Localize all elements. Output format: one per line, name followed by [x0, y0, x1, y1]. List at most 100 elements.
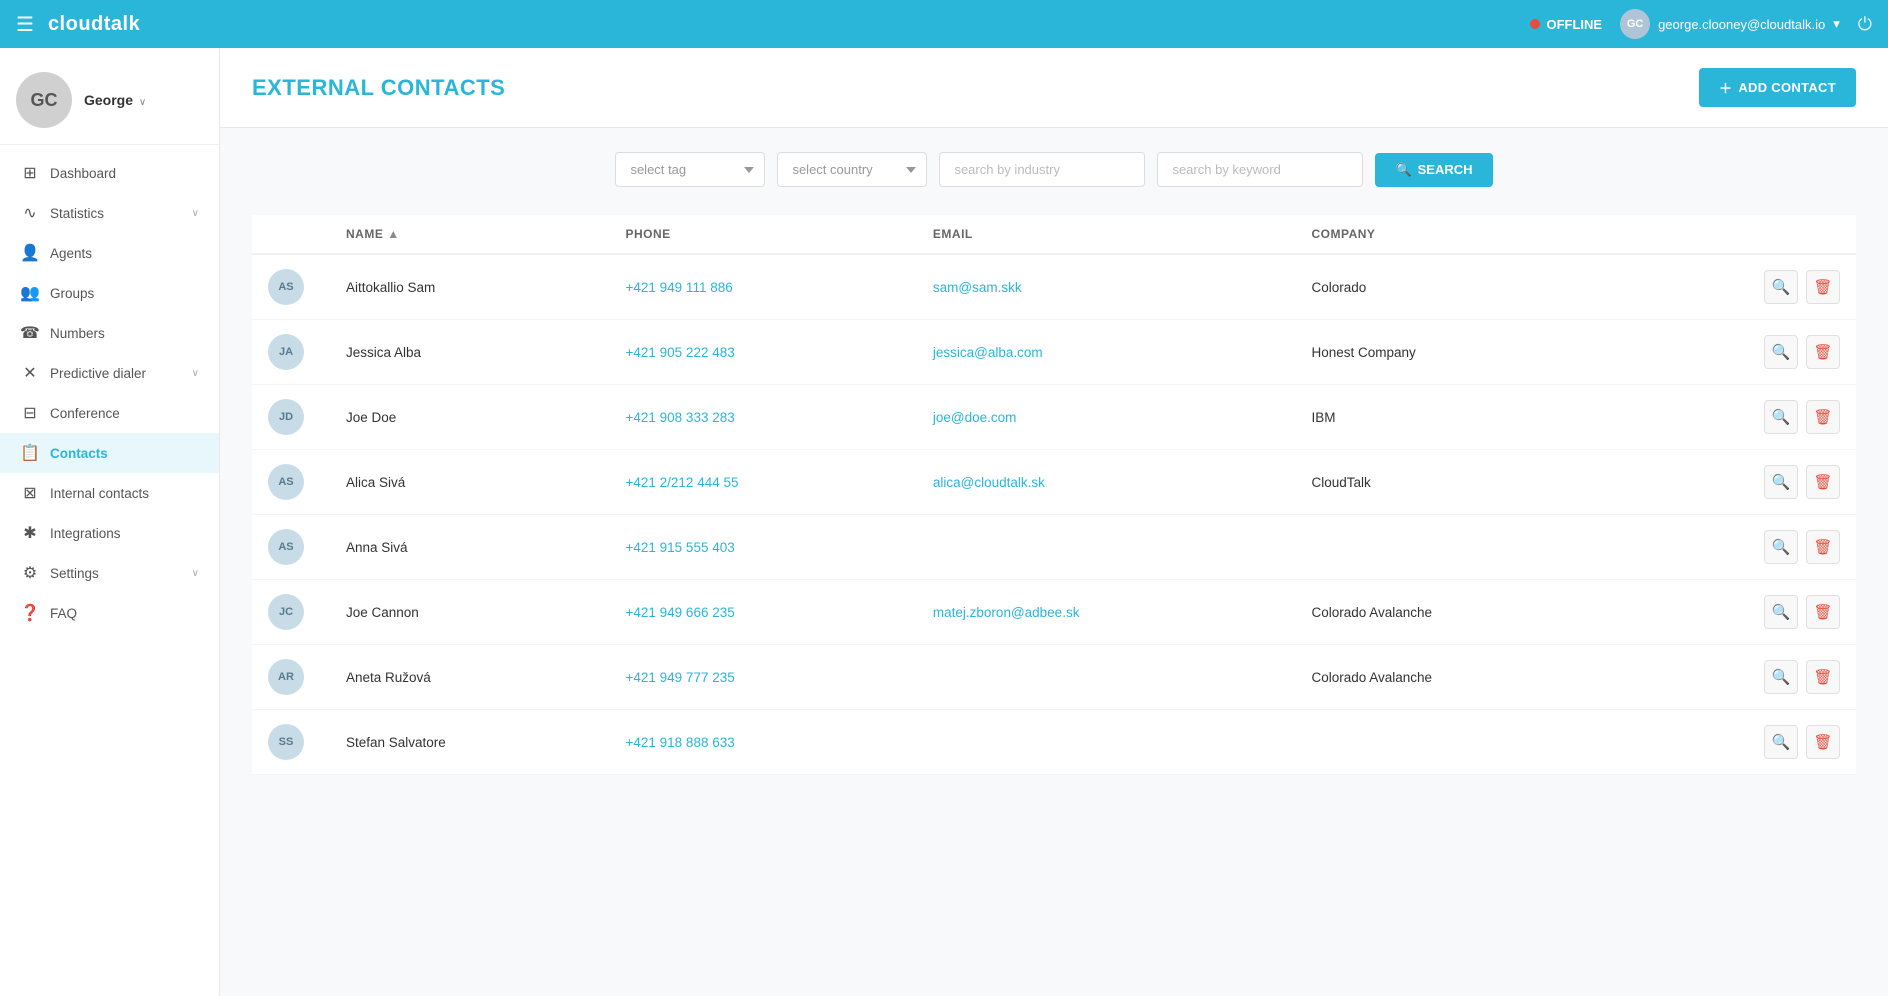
- contact-phone[interactable]: +421 908 333 283: [626, 410, 735, 425]
- contact-email[interactable]: joe@doe.com: [933, 410, 1017, 425]
- numbers-icon: ☎: [20, 323, 40, 343]
- contact-delete-button[interactable]: 🗑: [1806, 595, 1840, 629]
- table-row: AS Aittokallio Sam +421 949 111 886 sam@…: [252, 254, 1856, 320]
- sidebar-item-numbers[interactable]: ☎ Numbers: [0, 313, 219, 353]
- contact-email-cell: [917, 645, 1296, 710]
- contact-avatar: SS: [268, 724, 304, 760]
- contact-name-cell: Alica Sivá: [330, 450, 610, 515]
- contact-name-cell: Aittokallio Sam: [330, 254, 610, 320]
- faq-icon: ❓: [20, 603, 40, 623]
- sidebar-item-statistics[interactable]: ∿ Statistics ∨: [0, 193, 219, 233]
- contact-email-cell: [917, 515, 1296, 580]
- dashboard-icon: ⊞: [20, 163, 40, 183]
- industry-search-input[interactable]: [939, 152, 1145, 187]
- contact-phone[interactable]: +421 915 555 403: [626, 540, 735, 555]
- contact-phone-cell: +421 915 555 403: [610, 515, 917, 580]
- contact-search-button[interactable]: 🔍: [1764, 400, 1798, 434]
- contact-email-cell: alica@cloudtalk.sk: [917, 450, 1296, 515]
- contact-phone[interactable]: +421 949 666 235: [626, 605, 735, 620]
- user-menu[interactable]: GC george.clooney@cloudtalk.io ▾: [1620, 9, 1840, 39]
- contact-search-button[interactable]: 🔍: [1764, 335, 1798, 369]
- contact-actions-cell: 🔍 🗑: [1619, 580, 1856, 645]
- contact-search-button[interactable]: 🔍: [1764, 725, 1798, 759]
- contact-company-cell: IBM: [1295, 385, 1619, 450]
- sidebar-item-integrations[interactable]: ✱ Integrations: [0, 513, 219, 553]
- nav-label-integrations: Integrations: [50, 526, 121, 541]
- contact-delete-button[interactable]: 🗑: [1806, 725, 1840, 759]
- tag-filter[interactable]: select tag: [615, 152, 765, 187]
- country-filter[interactable]: select country: [777, 152, 927, 187]
- contact-search-button[interactable]: 🔍: [1764, 530, 1798, 564]
- contact-search-button[interactable]: 🔍: [1764, 660, 1798, 694]
- contact-phone[interactable]: +421 949 111 886: [626, 280, 733, 295]
- contact-delete-button[interactable]: 🗑: [1806, 335, 1840, 369]
- status-dot: [1530, 19, 1540, 29]
- contact-delete-button[interactable]: 🗑: [1806, 400, 1840, 434]
- sidebar-item-contacts[interactable]: 📋 Contacts: [0, 433, 219, 473]
- nav-caret-settings: ∨: [192, 568, 199, 579]
- contact-phone[interactable]: +421 905 222 483: [626, 345, 735, 360]
- sidebar-item-predictive-dialer[interactable]: ✕ Predictive dialer ∨: [0, 353, 219, 393]
- sidebar-item-groups[interactable]: 👥 Groups: [0, 273, 219, 313]
- nav-caret-predictive-dialer: ∨: [192, 368, 199, 379]
- contact-avatar-cell: JD: [252, 385, 330, 450]
- contact-email[interactable]: sam@sam.skk: [933, 280, 1022, 295]
- contact-phone[interactable]: +421 949 777 235: [626, 670, 735, 685]
- contact-phone-cell: +421 2/212 444 55: [610, 450, 917, 515]
- nav-label-faq: FAQ: [50, 606, 77, 621]
- nav-label-conference: Conference: [50, 406, 120, 421]
- nav-label-contacts: Contacts: [50, 446, 108, 461]
- contact-email[interactable]: alica@cloudtalk.sk: [933, 475, 1045, 490]
- contact-actions-cell: 🔍 🗑: [1619, 254, 1856, 320]
- sidebar: GC George ∨ ⊞ Dashboard ∿ Statistics ∨ 👤…: [0, 48, 220, 996]
- sidebar-item-internal-contacts[interactable]: ⊠ Internal contacts: [0, 473, 219, 513]
- th-name: NAME ▲: [330, 215, 610, 254]
- add-contact-button[interactable]: ＋ ADD CONTACT: [1699, 68, 1856, 107]
- contact-email[interactable]: jessica@alba.com: [933, 345, 1043, 360]
- contact-search-button[interactable]: 🔍: [1764, 595, 1798, 629]
- th-avatar: [252, 215, 330, 254]
- contact-phone-cell: +421 949 777 235: [610, 645, 917, 710]
- table-row: JD Joe Doe +421 908 333 283 joe@doe.com …: [252, 385, 1856, 450]
- contact-actions-cell: 🔍 🗑: [1619, 385, 1856, 450]
- sort-arrow-icon: ▲: [387, 227, 399, 241]
- contact-name-cell: Stefan Salvatore: [330, 710, 610, 775]
- contact-actions-cell: 🔍 🗑: [1619, 320, 1856, 385]
- internal-contacts-icon: ⊠: [20, 483, 40, 503]
- nav-label-statistics: Statistics: [50, 206, 104, 221]
- table-row: SS Stefan Salvatore +421 918 888 633 🔍 🗑: [252, 710, 1856, 775]
- status-label: OFFLINE: [1546, 17, 1602, 32]
- table-row: AS Alica Sivá +421 2/212 444 55 alica@cl…: [252, 450, 1856, 515]
- contact-avatar: JA: [268, 334, 304, 370]
- sidebar-item-dashboard[interactable]: ⊞ Dashboard: [0, 153, 219, 193]
- contact-email-cell: [917, 710, 1296, 775]
- th-actions: [1619, 215, 1856, 254]
- nav-label-groups: Groups: [50, 286, 94, 301]
- contact-name-cell: Joe Doe: [330, 385, 610, 450]
- power-button[interactable]: ⏻: [1858, 14, 1872, 35]
- contact-search-button[interactable]: 🔍: [1764, 465, 1798, 499]
- sidebar-item-agents[interactable]: 👤 Agents: [0, 233, 219, 273]
- nav-label-agents: Agents: [50, 246, 92, 261]
- contact-phone[interactable]: +421 918 888 633: [626, 735, 735, 750]
- sidebar-item-faq[interactable]: ❓ FAQ: [0, 593, 219, 633]
- contact-company-cell: Colorado Avalanche: [1295, 645, 1619, 710]
- contact-actions-cell: 🔍 🗑: [1619, 710, 1856, 775]
- contact-search-button[interactable]: 🔍: [1764, 270, 1798, 304]
- content-area: select tag select country 🔍 SEARCH: [220, 128, 1888, 799]
- contact-delete-button[interactable]: 🗑: [1806, 270, 1840, 304]
- menu-icon[interactable]: ☰: [16, 12, 34, 37]
- keyword-search-input[interactable]: [1157, 152, 1363, 187]
- page-title: EXTERNAL CONTACTS: [252, 75, 505, 101]
- contact-phone[interactable]: +421 2/212 444 55: [626, 475, 739, 490]
- contact-actions-cell: 🔍 🗑: [1619, 515, 1856, 580]
- sidebar-item-settings[interactable]: ⚙ Settings ∨: [0, 553, 219, 593]
- search-button[interactable]: 🔍 SEARCH: [1375, 153, 1492, 187]
- contact-delete-button[interactable]: 🗑: [1806, 660, 1840, 694]
- sidebar-item-conference[interactable]: ⊟ Conference: [0, 393, 219, 433]
- contact-email[interactable]: matej.zboron@adbee.sk: [933, 605, 1080, 620]
- contact-avatar-cell: AS: [252, 254, 330, 320]
- contact-delete-button[interactable]: 🗑: [1806, 465, 1840, 499]
- contact-delete-button[interactable]: 🗑: [1806, 530, 1840, 564]
- contact-avatar: JD: [268, 399, 304, 435]
